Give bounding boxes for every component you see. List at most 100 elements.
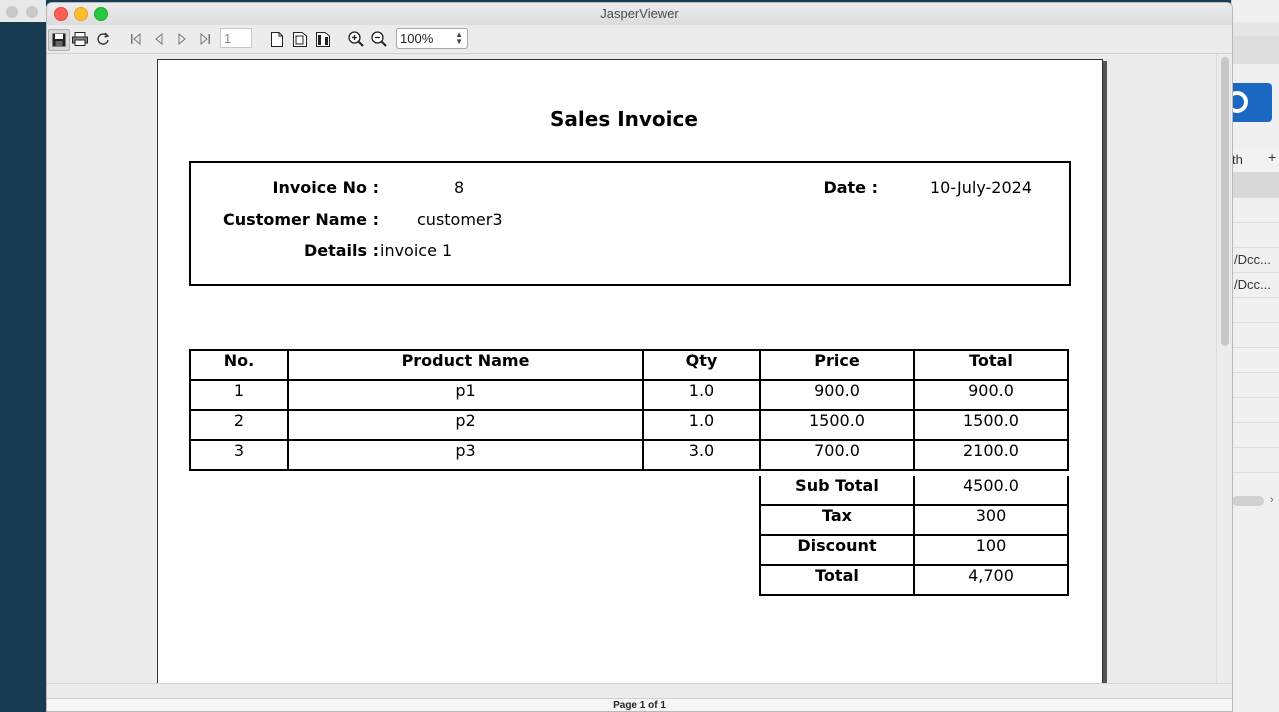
zoom-in-icon [348, 31, 364, 47]
chevron-right-icon[interactable]: › [1270, 494, 1274, 506]
subtotal-label: Sub Total [759, 476, 915, 506]
last-page-button[interactable] [195, 29, 215, 49]
fit-width-button[interactable] [313, 29, 333, 49]
window-title: JasperViewer [600, 6, 679, 21]
print-button[interactable] [70, 29, 90, 49]
cell-price: 700.0 [759, 439, 915, 471]
cell-qty: 3.0 [642, 439, 761, 471]
summary-row-total: Total 4,700 [759, 564, 1069, 596]
tax-value: 300 [913, 504, 1069, 536]
cell-product: p3 [287, 439, 644, 471]
next-page-button[interactable] [172, 29, 192, 49]
subtotal-value: 4500.0 [913, 476, 1069, 506]
cell-price: 900.0 [759, 379, 915, 411]
background-row[interactable] [1232, 422, 1279, 448]
next-page-icon [178, 33, 186, 45]
zoom-select[interactable]: 100% ▲ ▼ [396, 28, 468, 49]
cell-product: p2 [287, 409, 644, 441]
background-row[interactable] [1232, 322, 1279, 348]
save-icon [52, 33, 66, 47]
grand-total-value: 4,700 [913, 564, 1069, 596]
jasper-viewer-window: JasperViewer 1 100% ▲ ▼ Sales Invoice In… [46, 2, 1233, 712]
date-value: 10-July-2024 [930, 178, 1033, 197]
page-number-field[interactable]: 1 [220, 28, 252, 48]
summary-row-subtotal: Sub Total 4500.0 [759, 476, 1069, 506]
previous-page-button[interactable] [149, 29, 169, 49]
save-button[interactable] [48, 29, 70, 51]
reload-button[interactable] [93, 29, 113, 49]
background-row[interactable]: /Dcc... [1232, 247, 1279, 273]
background-row[interactable] [1232, 297, 1279, 323]
customer-name-label: Customer Name : [223, 210, 379, 229]
column-header-total: Total [913, 349, 1069, 381]
actual-size-icon [271, 31, 283, 47]
column-header-price: Price [759, 349, 915, 381]
column-header-qty: Qty [642, 349, 761, 381]
background-row[interactable] [1232, 197, 1279, 223]
details-value: invoice 1 [380, 241, 453, 260]
background-row-text: /Dcc... [1234, 277, 1271, 292]
actual-size-button[interactable] [267, 29, 287, 49]
invoice-no-value: 8 [454, 178, 465, 197]
background-header-text: th [1232, 152, 1243, 167]
zoom-out-button[interactable] [369, 29, 389, 49]
page-info: Page 1 of 1 [613, 700, 666, 711]
discount-label: Discount [759, 534, 915, 566]
details-label: Details : [303, 241, 379, 260]
summary-table: Sub Total 4500.0 Tax 300 Discount 100 To… [759, 476, 1069, 596]
customer-name-value: customer3 [417, 210, 503, 229]
report-viewport[interactable]: Sales Invoice Invoice No : 8 Date : 10-J… [47, 54, 1232, 683]
grand-total-label: Total [759, 564, 915, 596]
reload-icon [97, 32, 110, 45]
zoom-value: 100% [400, 31, 434, 46]
add-column-icon[interactable]: + [1268, 149, 1276, 165]
vertical-scrollbar[interactable] [1216, 54, 1232, 683]
background-row[interactable]: /Dcc... [1232, 272, 1279, 298]
fit-width-icon [316, 31, 330, 47]
cell-no: 1 [189, 379, 289, 411]
zoom-in-button[interactable] [346, 29, 366, 49]
background-row[interactable] [1232, 347, 1279, 373]
cell-qty: 1.0 [642, 379, 761, 411]
background-search-button[interactable] [1226, 83, 1272, 122]
scrollbar-thumb[interactable] [1221, 57, 1229, 346]
background-row-selected[interactable] [1232, 172, 1279, 198]
column-header-product: Product Name [287, 349, 644, 381]
cell-total: 1500.0 [913, 409, 1069, 441]
background-close-dot [6, 6, 18, 18]
invoice-header-box: Invoice No : 8 Date : 10-July-2024 Custo… [189, 161, 1071, 286]
table-row: 1 p1 1.0 900.0 900.0 [189, 379, 1069, 411]
background-table-header: th + [1232, 146, 1279, 173]
zoom-out-icon [371, 31, 387, 47]
items-table-header: No. Product Name Qty Price Total [189, 349, 1069, 381]
background-row[interactable] [1232, 372, 1279, 398]
background-row[interactable] [1232, 447, 1279, 473]
background-minimize-dot [26, 6, 38, 18]
summary-row-discount: Discount 100 [759, 534, 1069, 566]
cell-price: 1500.0 [759, 409, 915, 441]
table-row: 2 p2 1.0 1500.0 1500.0 [189, 409, 1069, 441]
cell-total: 900.0 [913, 379, 1069, 411]
stepper-icon[interactable]: ▲ ▼ [455, 31, 463, 46]
fit-page-icon [293, 31, 307, 47]
previous-page-icon [155, 33, 163, 45]
discount-value: 100 [913, 534, 1069, 566]
date-label: Date : [823, 178, 878, 197]
desktop-background [0, 22, 46, 712]
invoice-title: Sales Invoice [550, 107, 698, 131]
background-window: th + /Dcc... /Dcc... › [1226, 0, 1279, 712]
background-scrollbar[interactable] [1232, 496, 1264, 506]
cell-no: 3 [189, 439, 289, 471]
last-page-icon [200, 33, 210, 45]
background-strip [1232, 22, 1279, 37]
background-row-text: /Dcc... [1234, 252, 1271, 267]
cell-no: 2 [189, 409, 289, 441]
background-row[interactable] [1232, 222, 1279, 248]
window-titlebar: JasperViewer [47, 3, 1232, 26]
table-row: 3 p3 3.0 700.0 2100.0 [189, 439, 1069, 471]
fit-page-button[interactable] [290, 29, 310, 49]
tax-label: Tax [759, 504, 915, 536]
first-page-button[interactable] [126, 29, 146, 49]
background-row[interactable] [1232, 397, 1279, 423]
cell-qty: 1.0 [642, 409, 761, 441]
